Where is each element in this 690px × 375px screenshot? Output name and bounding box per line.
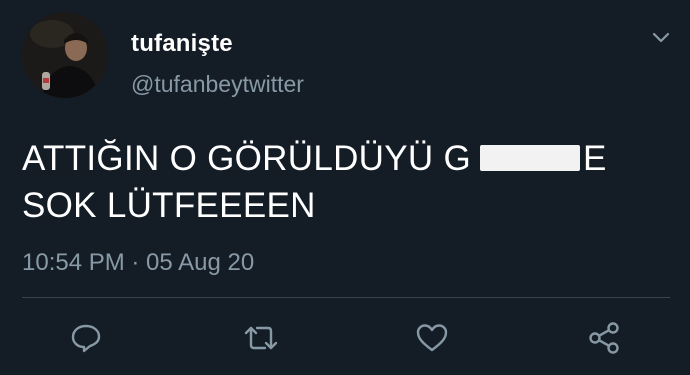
- retweet-icon: [244, 326, 278, 350]
- heart-icon: [416, 324, 448, 352]
- tweet-timestamp[interactable]: 10:54 PM · 05 Aug 20: [22, 249, 254, 277]
- divider: [22, 297, 670, 298]
- tweet-text-line1-end: E: [583, 139, 607, 178]
- share-icon: [589, 322, 619, 354]
- redaction-block: [480, 145, 580, 171]
- reply-button[interactable]: [66, 318, 106, 358]
- tweet-text-line2: SOK LÜTFEEEEN: [22, 186, 316, 225]
- display-name[interactable]: tufanişte: [131, 30, 233, 58]
- tweet-card: tufanişte @tufanbeytwitter ATTIĞIN O GÖR…: [0, 0, 690, 375]
- tweet-text-line1: ATTIĞIN O GÖRÜLDÜYÜ G: [22, 139, 472, 178]
- like-button[interactable]: [412, 318, 452, 358]
- avatar[interactable]: [22, 12, 108, 98]
- retweet-button[interactable]: [241, 318, 281, 358]
- share-button[interactable]: [584, 318, 624, 358]
- reply-icon: [71, 324, 101, 353]
- avatar-photo: [22, 12, 108, 98]
- chevron-down-icon[interactable]: [648, 26, 674, 48]
- user-handle[interactable]: @tufanbeytwitter: [131, 71, 304, 98]
